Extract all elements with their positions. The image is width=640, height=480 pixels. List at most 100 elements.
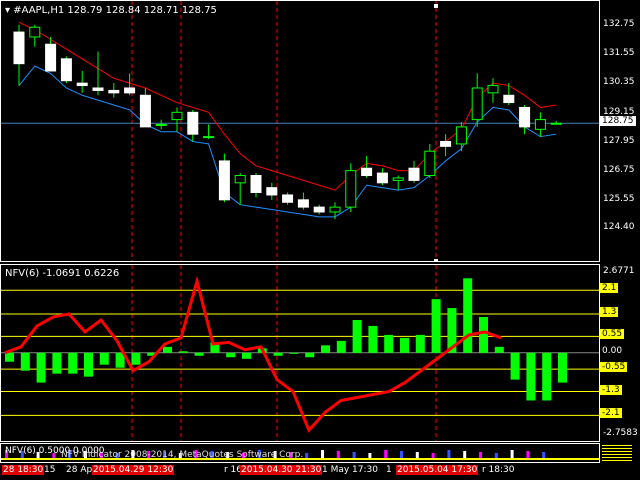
nfv-histogram-bar xyxy=(463,278,473,353)
time-tick-label: 1 xyxy=(386,465,392,475)
symbol-dropdown-icon[interactable]: ▾ xyxy=(5,5,10,16)
nfv-histogram-bar xyxy=(273,352,283,356)
candle-body xyxy=(139,94,151,128)
price-tick-label: 132.75 xyxy=(603,19,635,29)
candle-body xyxy=(155,123,167,126)
time-tick-label: r 18:30 xyxy=(482,465,515,475)
strip-bar xyxy=(352,452,356,458)
candle-body xyxy=(203,136,215,139)
nfv-histogram-bar xyxy=(242,352,251,359)
time-cursor-label: 28 18:30 xyxy=(2,465,45,475)
symbol-label: #AAPL,H1 xyxy=(13,5,65,16)
watermark-text: NFV Indicator 2008-2014, MetaQuotes Soft… xyxy=(61,450,304,460)
time-cursor-label: 2015.04.30 21:30 xyxy=(240,465,323,475)
candle-body xyxy=(440,140,452,147)
nfv-signal-line xyxy=(4,275,502,434)
nfv-histogram-bar xyxy=(542,352,552,401)
indicator-level-label: -2.7583 xyxy=(603,428,638,438)
candle-body xyxy=(76,82,88,87)
candle-body xyxy=(329,206,341,213)
nfv-histogram-bar xyxy=(494,346,504,353)
candle-body xyxy=(503,94,515,104)
indicator-level-label: -2.1 xyxy=(600,408,622,419)
nfv-histogram-bar xyxy=(226,352,236,358)
nfv-histogram-bar xyxy=(415,334,425,353)
candle-body xyxy=(471,87,483,121)
nfv-histogram-bar xyxy=(510,352,520,380)
strip-bar xyxy=(431,453,435,458)
nfv-histogram-bar xyxy=(558,352,567,383)
price-tick-label: 126.75 xyxy=(603,164,635,175)
nfv-histogram-bar xyxy=(68,352,78,374)
time-axis[interactable]: 28 18:30 15 28 Ap 2015.04.29 12:30 r 16 2015.… xyxy=(0,463,600,480)
strip-bar xyxy=(368,453,372,458)
candle-body xyxy=(124,87,136,94)
strip-bar xyxy=(526,451,530,458)
time-tick-label: 1 May 17:30 xyxy=(322,465,378,475)
candle-body xyxy=(487,85,499,94)
nfv-indicator-pane[interactable]: NFV(6) -1.0691 0.6226 xyxy=(0,264,600,442)
ohlc-label: 128.79 128.84 128.71 128.75 xyxy=(67,5,217,16)
nfv-histogram-bar xyxy=(84,352,93,377)
strip-axis xyxy=(600,443,640,463)
candle-body xyxy=(266,187,278,196)
price-axis[interactable]: 132.75 131.55 130.35 129.15 127.95 126.75 125.… xyxy=(600,0,640,262)
session-marker-top xyxy=(434,4,438,8)
candle-body xyxy=(408,167,420,181)
candle-body xyxy=(108,89,120,94)
candle-body xyxy=(45,43,57,72)
nfv-histogram-bar xyxy=(289,352,299,354)
indicator-level-label: 2.1 xyxy=(600,283,619,294)
nfv-histogram-bar xyxy=(99,352,109,365)
price-chart-pane[interactable]: ▾ #AAPL,H1 128.79 128.84 128.71 128.75 xyxy=(0,0,600,262)
time-tick-label: 28 Ap xyxy=(66,465,93,475)
strip-axis-levels xyxy=(602,445,632,461)
nfv-strip-pane[interactable]: NFV(6) 0.5000 0.0000 NFV Indicator 2008-… xyxy=(0,443,600,463)
candle-body xyxy=(250,175,262,194)
nfv-histogram-bar xyxy=(352,320,362,353)
strip-bar xyxy=(479,452,482,458)
session-marker-bottom xyxy=(434,259,438,261)
nfv-indicator-canvas[interactable] xyxy=(1,265,600,442)
strip-bar xyxy=(321,450,324,458)
nfv-histogram-bar xyxy=(384,334,394,353)
strip-bar xyxy=(542,452,546,458)
nfv-histogram-bar xyxy=(36,352,46,383)
strip-bar xyxy=(400,451,403,458)
strip-bar xyxy=(336,451,340,458)
price-tick-label: 130.35 xyxy=(603,77,635,88)
indicator-level-label: -0.55 xyxy=(600,362,628,373)
candle-body xyxy=(13,31,25,65)
candle-body xyxy=(519,106,531,128)
nfv-histogram-bar xyxy=(431,299,441,353)
price-tick-label: 127.95 xyxy=(603,135,635,146)
nfv-histogram-bar xyxy=(336,340,346,353)
candle-body xyxy=(297,199,309,208)
candle-body xyxy=(29,26,41,38)
candle-body xyxy=(234,175,246,184)
candle-body xyxy=(282,194,294,203)
price-tick-label: 125.55 xyxy=(603,194,635,205)
nfv-histogram-bar xyxy=(52,352,62,374)
strip-bar xyxy=(447,450,451,458)
indicator-axis[interactable]: 2.6771 2.1 1.3 0.55 0.00 -0.55 -1.3 -2.1 -2.7583 xyxy=(600,264,640,442)
nfv-histogram-bar xyxy=(400,337,409,353)
indicator-title: NFV(6) -1.0691 0.6226 xyxy=(5,268,120,279)
nfv-histogram-bar xyxy=(131,352,141,365)
indicator-level-label: 0.00 xyxy=(600,345,625,356)
candle-body xyxy=(313,206,325,213)
strip-bar xyxy=(510,450,514,458)
strip-bar xyxy=(494,453,498,458)
indicator-level-label: 0.55 xyxy=(600,329,625,340)
strip-bar xyxy=(384,450,388,458)
candle-body xyxy=(60,58,72,82)
nfv-histogram-bar xyxy=(479,317,488,353)
current-price-label: 128.75 xyxy=(600,116,636,127)
time-tick-label: 15 xyxy=(44,465,56,475)
nfv-histogram-bar xyxy=(368,325,378,353)
candle-body xyxy=(550,122,562,125)
price-chart-canvas[interactable] xyxy=(1,1,600,262)
candle-body xyxy=(455,126,467,145)
candle-body xyxy=(92,87,104,91)
nfv-histogram-bar xyxy=(526,352,536,401)
